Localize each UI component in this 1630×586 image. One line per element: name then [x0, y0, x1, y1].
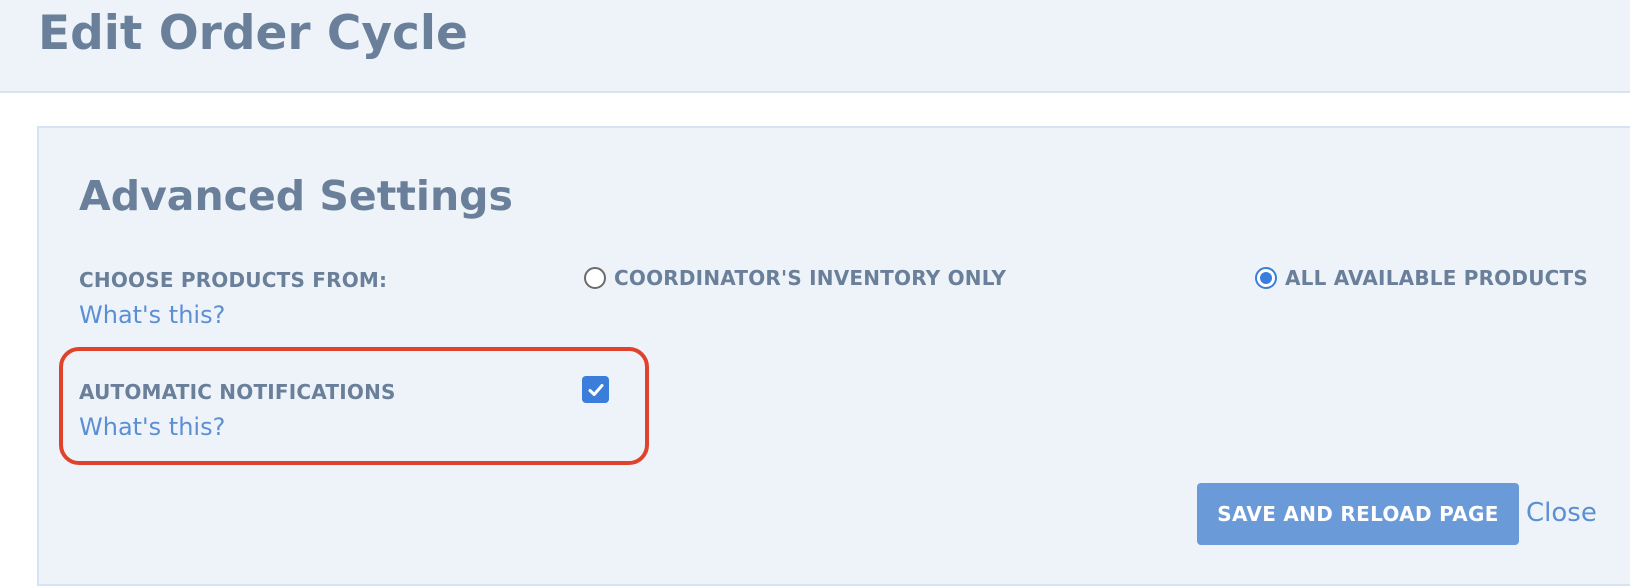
- radio-all-available-products[interactable]: ALL AVAILABLE PRODUCTS: [1255, 266, 1588, 290]
- checkmark-icon: [588, 383, 603, 396]
- radio-button-selected[interactable]: [1255, 267, 1277, 289]
- radio-button[interactable]: [584, 267, 606, 289]
- highlight-box: [59, 347, 649, 465]
- close-link[interactable]: Close: [1526, 497, 1597, 529]
- radio-label: ALL AVAILABLE PRODUCTS: [1285, 266, 1588, 290]
- automatic-notifications-help-link[interactable]: What's this?: [79, 412, 225, 442]
- automatic-notifications-label: AUTOMATIC NOTIFICATIONS: [79, 380, 396, 404]
- panel-title: Advanced Settings: [79, 172, 513, 220]
- choose-products-help-link[interactable]: What's this?: [79, 300, 225, 330]
- radio-label: COORDINATOR'S INVENTORY ONLY: [614, 266, 1007, 290]
- page-title: Edit Order Cycle: [38, 6, 468, 61]
- choose-products-label: CHOOSE PRODUCTS FROM:: [79, 268, 388, 292]
- save-and-reload-button[interactable]: SAVE AND RELOAD PAGE: [1197, 483, 1519, 545]
- automatic-notifications-checkbox[interactable]: [582, 376, 609, 403]
- page-header: Edit Order Cycle: [0, 0, 1630, 93]
- radio-coordinators-inventory-only[interactable]: COORDINATOR'S INVENTORY ONLY: [584, 266, 1006, 290]
